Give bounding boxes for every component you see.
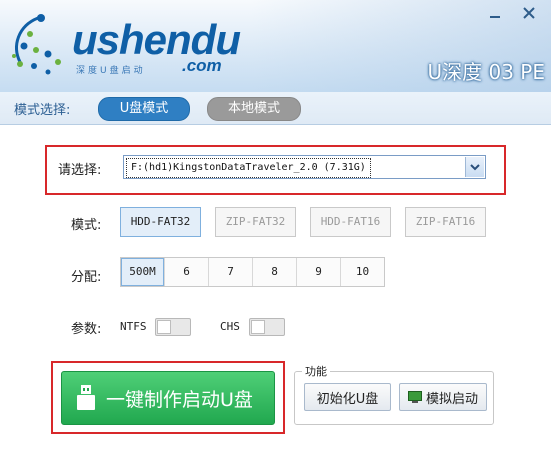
logo-icon — [12, 14, 61, 75]
usb-drive-icon — [77, 385, 95, 410]
make-bootable-usb-label: 一键制作启动U盘 — [106, 388, 253, 411]
drive-label: 请选择: — [58, 163, 102, 178]
allocation-option-500m[interactable]: 500M — [121, 258, 164, 286]
drive-select[interactable]: F:(hd1)KingstonDataTraveler_2.0 (7.31G) — [123, 155, 486, 179]
drive-select-value: F:(hd1)KingstonDataTraveler_2.0 (7.31G) — [126, 158, 371, 178]
mode-bar: 模式选择: U盘模式 本地模式 — [0, 92, 551, 125]
close-button[interactable] — [513, 0, 545, 26]
ntfs-label: NTFS — [120, 320, 147, 333]
mode-select-label: 模式选择: — [14, 103, 71, 118]
close-icon — [523, 7, 535, 19]
init-usb-label: 初始化U盘 — [316, 391, 379, 407]
function-group-title: 功能 — [302, 363, 330, 379]
product-title: U深度 03 PE — [427, 60, 546, 84]
ntfs-toggle[interactable] — [155, 318, 191, 336]
allocation-option-6[interactable]: 6 — [164, 258, 208, 286]
allocation-option-10[interactable]: 10 — [340, 258, 384, 286]
allocation-label: 分配: — [71, 270, 102, 285]
header-banner: ushendu .com 深度U盘启动 U深度 03 PE — [0, 0, 551, 92]
allocation-option-8[interactable]: 8 — [252, 258, 296, 286]
chs-toggle[interactable] — [249, 318, 285, 336]
mode-hdd-fat32-button[interactable]: HDD-FAT32 — [120, 207, 201, 237]
simulate-boot-label: 模拟启动 — [425, 391, 478, 407]
chevron-down-icon[interactable] — [465, 157, 484, 177]
brand-domain: .com — [182, 56, 222, 75]
app-window: ushendu .com 深度U盘启动 U深度 03 PE 模式选择: U盘模式… — [0, 0, 551, 460]
params-label: 参数: — [71, 322, 102, 337]
chs-label: CHS — [220, 320, 240, 333]
mode-zip-fat32-button[interactable]: ZIP-FAT32 — [215, 207, 296, 237]
simulate-boot-button[interactable]: 模拟启动 — [399, 383, 487, 411]
mode-label: 模式: — [71, 218, 102, 233]
init-usb-button[interactable]: 初始化U盘 — [304, 383, 391, 411]
minimize-icon — [490, 16, 500, 18]
mode-zip-fat16-button[interactable]: ZIP-FAT16 — [405, 207, 486, 237]
tab-usb-mode[interactable]: U盘模式 — [98, 97, 190, 121]
allocation-selector: 500M 6 7 8 9 10 — [120, 257, 385, 287]
minimize-button[interactable] — [479, 0, 511, 26]
tab-local-mode[interactable]: 本地模式 — [207, 97, 301, 121]
make-bootable-usb-button[interactable]: 一键制作启动U盘 — [61, 371, 275, 425]
mode-hdd-fat16-button[interactable]: HDD-FAT16 — [310, 207, 391, 237]
allocation-option-9[interactable]: 9 — [296, 258, 340, 286]
allocation-option-7[interactable]: 7 — [208, 258, 252, 286]
brand-tagline: 深度U盘启动 — [76, 66, 146, 76]
main-panel: 请选择: F:(hd1)KingstonDataTraveler_2.0 (7.… — [0, 125, 551, 460]
monitor-icon — [407, 391, 422, 403]
